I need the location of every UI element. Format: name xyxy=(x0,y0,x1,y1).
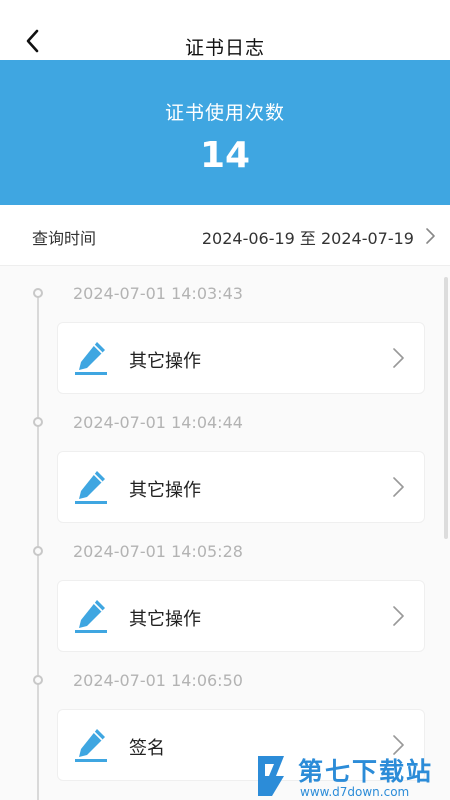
log-timestamp: 2024-07-01 14:03:43 xyxy=(73,284,243,303)
log-timestamp: 2024-07-01 14:06:50 xyxy=(73,671,243,690)
navigation-bar: 证书日志 xyxy=(0,0,450,60)
query-time-row[interactable]: 查询时间 2024-06-19 至 2024-07-19 xyxy=(0,205,450,266)
log-entry: 2024-07-01 14:03:43 其它操作 xyxy=(0,270,450,400)
usage-summary-banner: 证书使用次数 14 xyxy=(0,60,450,205)
operation-label: 其它操作 xyxy=(129,609,201,630)
pen-icon xyxy=(75,729,107,762)
log-timestamp: 2024-07-01 14:05:28 xyxy=(73,542,243,561)
watermark-url: www.d7down.com xyxy=(300,785,410,799)
log-card[interactable]: 其它操作 xyxy=(57,451,425,523)
log-card[interactable]: 其它操作 xyxy=(57,580,425,652)
query-date-range: 2024-06-19 至 2024-07-19 xyxy=(201,229,414,248)
operation-label: 其它操作 xyxy=(129,480,201,501)
chevron-right-icon xyxy=(393,606,404,626)
timeline-dot xyxy=(33,417,43,427)
log-timestamp: 2024-07-01 14:04:44 xyxy=(73,413,243,432)
operation-label: 签名 xyxy=(129,738,165,759)
log-card[interactable]: 其它操作 xyxy=(57,322,425,394)
pen-icon xyxy=(75,471,107,504)
usage-count-value: 14 xyxy=(199,135,251,176)
timeline-dot xyxy=(33,288,43,298)
pen-icon xyxy=(75,600,107,633)
log-entry: 2024-07-01 14:05:28 其它操作 xyxy=(0,528,450,658)
chevron-right-icon xyxy=(426,228,435,244)
watermark-name: 第七下载站 xyxy=(298,757,434,786)
pen-icon xyxy=(75,342,107,375)
timeline-dot xyxy=(33,675,43,685)
usage-count-label: 证书使用次数 xyxy=(164,102,285,124)
chevron-right-icon xyxy=(393,348,404,368)
chevron-right-icon xyxy=(393,477,404,497)
query-time-label: 查询时间 xyxy=(32,229,97,248)
d7-logo-icon xyxy=(258,756,284,796)
timeline-dot xyxy=(33,546,43,556)
page-title: 证书日志 xyxy=(184,37,265,59)
operation-label: 其它操作 xyxy=(129,351,201,372)
log-entry: 2024-07-01 14:04:44 其它操作 xyxy=(0,399,450,529)
watermark-logo: 第七下载站 www.d7down.com xyxy=(254,752,450,800)
